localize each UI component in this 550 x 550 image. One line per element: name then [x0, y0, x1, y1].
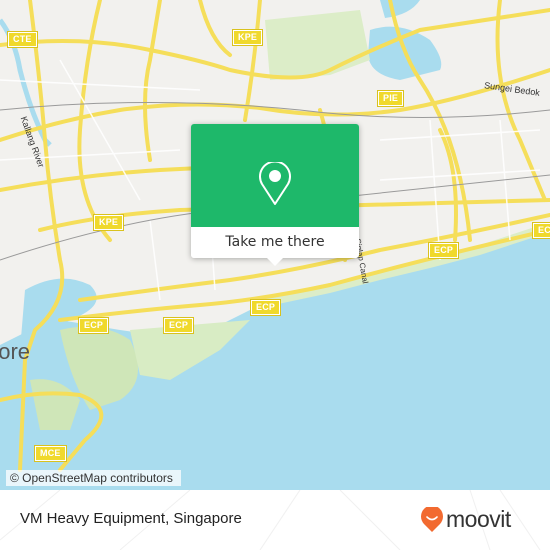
map-view[interactable]: CTE KPE PIE KPE ECP ECP ECP ECP ECP MCE …: [0, 0, 550, 490]
road-shield-ecp: ECP: [77, 317, 110, 334]
location-popup: Take me there: [191, 124, 359, 266]
moovit-logo[interactable]: moovit: [420, 506, 511, 533]
road-shield-ecp: ECP: [427, 242, 460, 259]
singapore-city-label: pore: [0, 339, 31, 364]
park-airport: [265, 10, 370, 80]
road-shield-mce: MCE: [34, 445, 67, 462]
road-shield-ecp: ECP: [162, 317, 195, 334]
road-shield-cte: CTE: [7, 31, 38, 48]
osm-attribution[interactable]: © OpenStreetMap contributors: [6, 470, 181, 486]
road-shield-ecp: ECP: [249, 299, 282, 316]
road-shield-kpe: KPE: [92, 214, 125, 231]
map-pin-icon: [259, 162, 291, 205]
reservoir-top: [380, 0, 420, 18]
popup-pointer: [267, 258, 283, 266]
popup-header: [191, 124, 359, 227]
road-shield-ecp: ECP: [531, 222, 550, 239]
moovit-smile-pin-icon: [421, 506, 443, 532]
moovit-wordmark: moovit: [446, 506, 511, 532]
road-shield-pie: PIE: [376, 90, 405, 107]
road-shield-kpe: KPE: [231, 29, 264, 46]
take-me-there-button[interactable]: Take me there: [191, 227, 359, 258]
place-name: VM Heavy Equipment, Singapore: [20, 510, 242, 527]
